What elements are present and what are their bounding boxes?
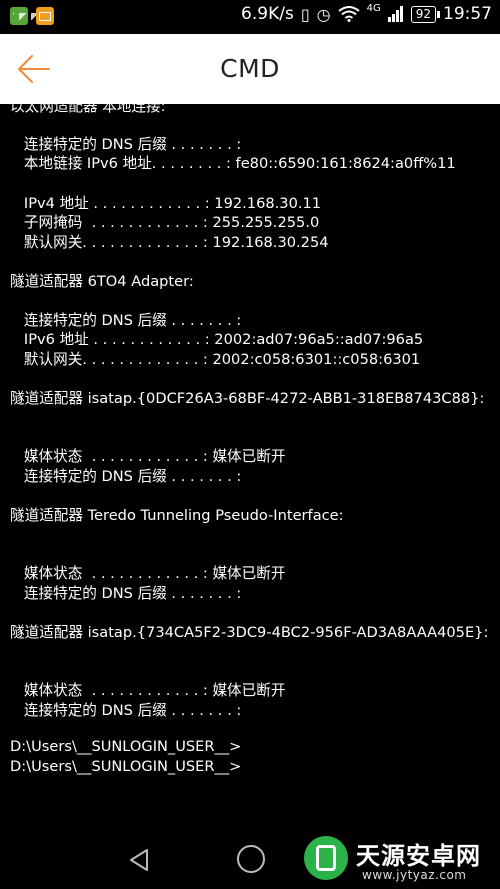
status-bar: 6.9K/s ▯ ◷ 4G 92 19:57 — [0, 0, 500, 34]
alarm-icon: ◷ — [316, 4, 331, 24]
terminal-output[interactable]: 以太网适配器 本地连接: 连接特定的 DNS 后缀 . . . . . . . … — [0, 88, 500, 828]
watermark: 天源安卓网 www.jytyaz.com — [298, 828, 500, 889]
battery-icon: 92 — [410, 5, 441, 23]
watermark-url: www.jytyaz.com — [362, 868, 467, 882]
watermark-name: 天源安卓网 — [356, 842, 481, 870]
wifi-icon — [337, 6, 360, 22]
terminal-line: 连接特定的 DNS 后缀 . . . . . . . : — [10, 136, 242, 153]
triangle-back-icon[interactable] — [128, 848, 150, 872]
terminal-line: 连接特定的 DNS 后缀 . . . . . . . : — [10, 312, 242, 329]
terminal-line: 连接特定的 DNS 后缀 . . . . . . . : — [10, 702, 242, 719]
terminal-prompt: D:\Users\__SUNLOGIN_USER__> — [10, 758, 242, 775]
navigation-bar: 天源安卓网 www.jytyaz.com — [0, 828, 500, 889]
terminal-line: 媒体状态 . . . . . . . . . . . . : 媒体已断开 — [10, 565, 286, 582]
status-indicators: 6.9K/s ▯ ◷ 4G 92 19:57 — [241, 2, 492, 25]
terminal-line: 连接特定的 DNS 后缀 . . . . . . . : — [10, 585, 242, 602]
battery-level: 92 — [415, 6, 431, 21]
mail-notification-icon — [36, 7, 54, 25]
watermark-logo-icon — [304, 836, 348, 880]
terminal-line: IPv4 地址 . . . . . . . . . . . . : 192.16… — [10, 195, 322, 212]
terminal-line: 隧道适配器 isatap.{734CA5F2-3DC9-4BC2-956F-AD… — [10, 624, 489, 641]
terminal-line: 子网掩码 . . . . . . . . . . . . : 255.255.2… — [10, 214, 320, 231]
signal-icon — [387, 6, 403, 22]
terminal-line: 默认网关. . . . . . . . . . . . . : 2002:c05… — [10, 351, 421, 368]
terminal-line: 媒体状态 . . . . . . . . . . . . : 媒体已断开 — [10, 448, 286, 465]
network-speed: 6.9K/s — [241, 4, 294, 24]
clock: 19:57 — [443, 4, 492, 24]
circle-home-icon[interactable] — [237, 845, 265, 873]
terminal-line: 连接特定的 DNS 后缀 . . . . . . . : — [10, 468, 242, 485]
terminal-line: 媒体状态 . . . . . . . . . . . . : 媒体已断开 — [10, 682, 286, 699]
notification-icons — [10, 7, 54, 25]
terminal-line: 隧道适配器 6TO4 Adapter: — [10, 273, 194, 290]
gallery-notification-icon — [10, 7, 37, 25]
terminal-prompt: D:\Users\__SUNLOGIN_USER__> — [10, 738, 242, 755]
app-bar: CMD — [0, 34, 500, 104]
terminal-line: 默认网关. . . . . . . . . . . . . : 192.168.… — [10, 234, 329, 251]
terminal-line: 隧道适配器 Teredo Tunneling Pseudo-Interface: — [10, 507, 344, 524]
terminal-line: IPv6 地址 . . . . . . . . . . . . : 2002:a… — [10, 331, 424, 348]
terminal-line: 本地链接 IPv6 地址. . . . . . . . : fe80::6590… — [10, 155, 456, 172]
page-title: CMD — [220, 54, 280, 83]
vibrate-icon: ▯ — [300, 4, 310, 24]
terminal-line: 隧道适配器 isatap.{0DCF26A3-68BF-4272-ABB1-31… — [10, 390, 485, 407]
network-type: 4G — [366, 2, 381, 14]
